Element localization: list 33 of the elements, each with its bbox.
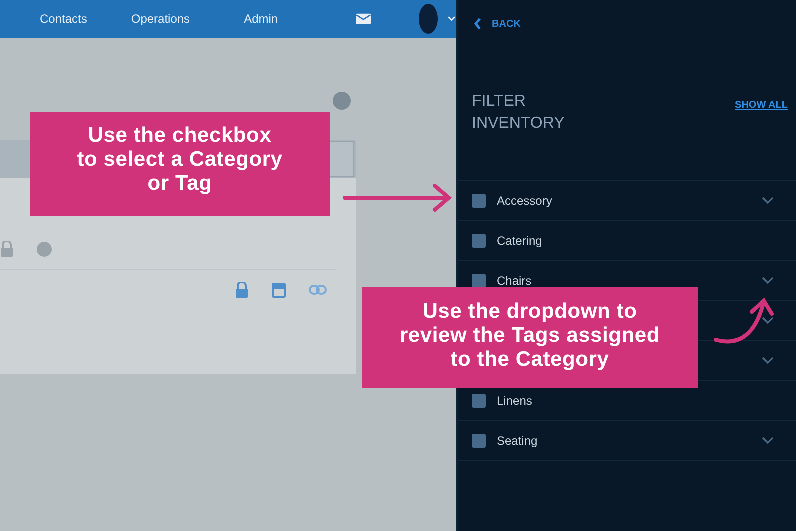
checkbox[interactable] [472, 434, 486, 448]
checkbox[interactable] [472, 194, 486, 208]
mail-icon[interactable] [356, 11, 372, 27]
lock-icon[interactable] [0, 241, 14, 257]
category-label[interactable]: Chairs [497, 274, 532, 288]
chevron-down-icon[interactable] [762, 317, 774, 324]
calendar-icon[interactable] [272, 282, 286, 298]
callout: Use the dropdown to review the Tags assigned to the Category [362, 287, 698, 388]
checkbox[interactable] [472, 394, 486, 408]
back-link[interactable]: BACK [458, 0, 796, 31]
category-label[interactable]: Linens [497, 394, 532, 408]
category-label[interactable]: Catering [497, 234, 542, 248]
chevron-down-icon[interactable] [762, 197, 774, 204]
nav-link[interactable]: Operations [131, 12, 190, 26]
badge [333, 92, 351, 110]
checkbox[interactable] [472, 234, 486, 248]
chevron-down-icon[interactable] [762, 277, 774, 284]
avatar[interactable] [419, 4, 438, 34]
category-label[interactable]: Accessory [497, 194, 552, 208]
caret-icon[interactable] [448, 15, 456, 23]
nav-link[interactable]: Contacts [40, 12, 88, 26]
dropdown[interactable] [328, 141, 354, 177]
checkbox[interactable] [472, 274, 486, 288]
chevron-down-icon[interactable] [762, 437, 774, 444]
info-icon[interactable] [37, 242, 52, 256]
lock-icon[interactable] [235, 282, 249, 298]
panel-title: FILTER INVENTORY [472, 92, 566, 134]
nav-link[interactable]: Admin [244, 12, 278, 26]
callout: Use the checkbox to select a Category or Tag [30, 112, 330, 216]
show-all-link[interactable]: SHOW ALL [735, 100, 788, 111]
category-label[interactable]: Seating [497, 434, 538, 448]
chevron-down-icon[interactable] [762, 357, 774, 364]
chevron-left-icon [474, 18, 482, 30]
